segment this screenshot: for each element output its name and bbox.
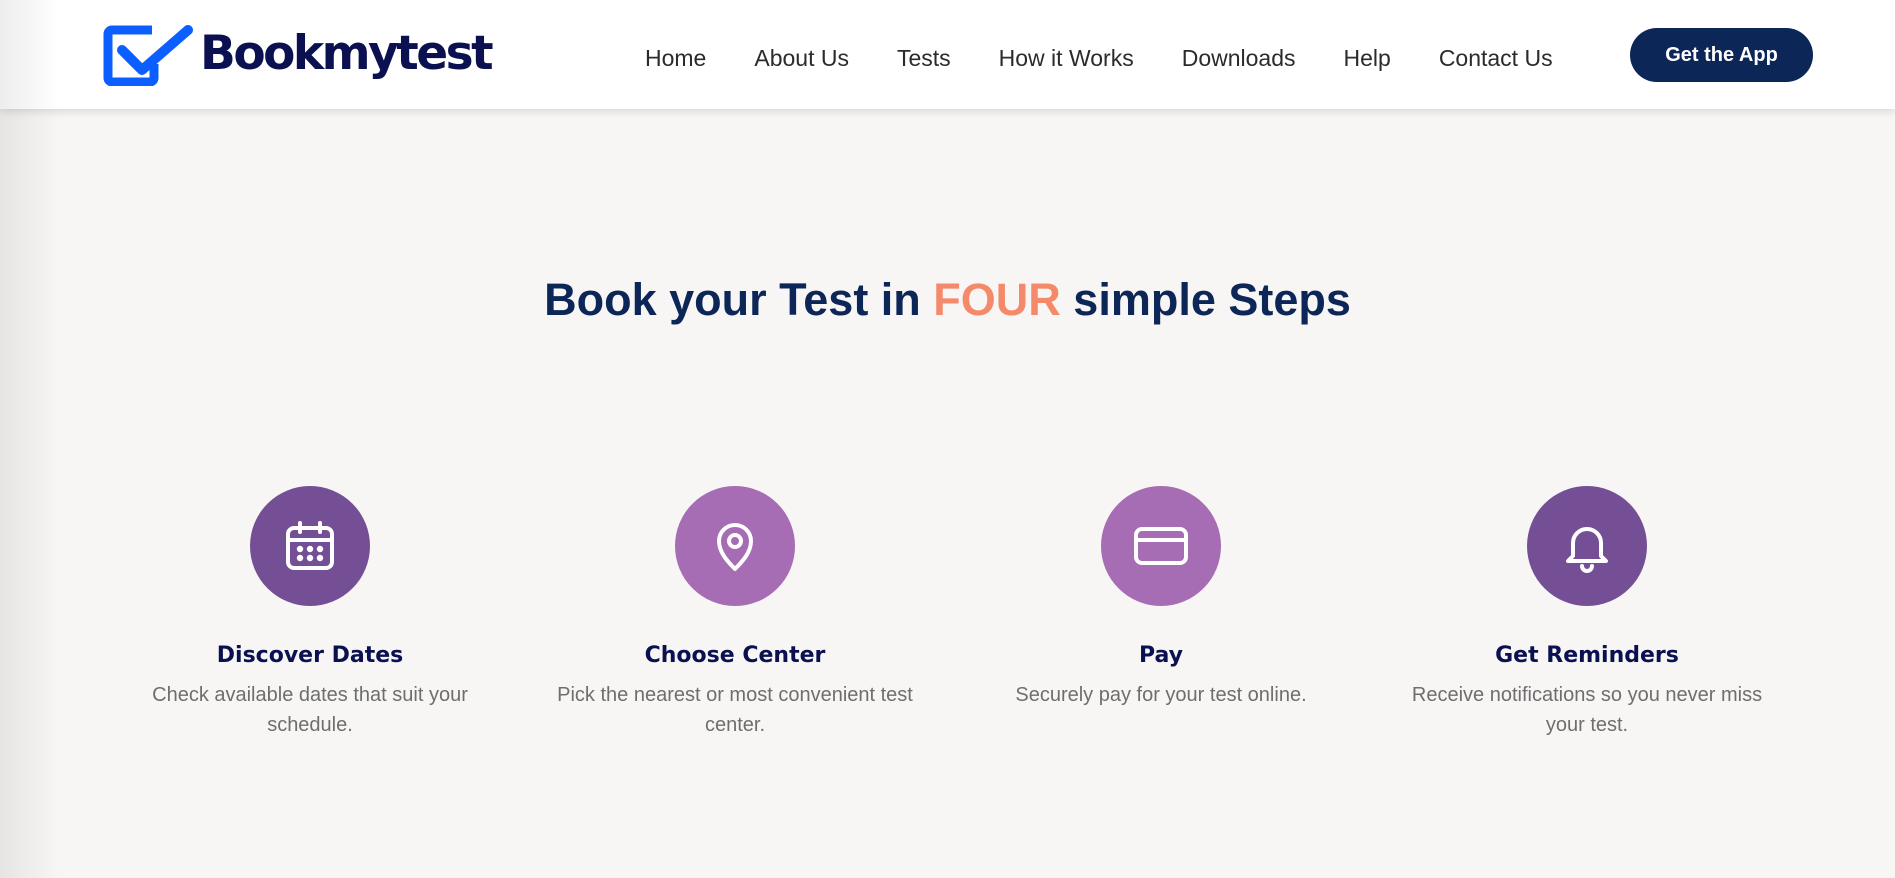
calendar-icon (286, 521, 334, 570)
step-title: Discover Dates (216, 643, 404, 668)
step-title: Choose Center (644, 643, 826, 668)
bell-icon (1566, 527, 1608, 573)
step-discover-dates: Discover Dates Check available dates tha… (110, 486, 510, 740)
title-suffix: simple Steps (1060, 274, 1351, 325)
checkbox-logo-icon (103, 25, 193, 86)
step-icon-circle (1101, 486, 1221, 606)
step-choose-center: Choose Center Pick the nearest or most c… (535, 486, 935, 740)
step-title: Pay (1138, 643, 1184, 668)
map-pin-icon (717, 523, 753, 571)
get-the-app-button[interactable]: Get the App (1630, 28, 1813, 82)
title-prefix: Book your Test in (544, 274, 934, 325)
step-description: Check available dates that suit your sch… (152, 684, 468, 736)
step-description: Securely pay for your test online. (1015, 684, 1307, 706)
main-nav: Home About Us Tests How it Works Downloa… (645, 45, 1553, 72)
step-pay: Pay Securely pay for your test online. (961, 486, 1361, 710)
step-get-reminders: Get Reminders Receive notifications so y… (1387, 486, 1787, 740)
nav-contact-us[interactable]: Contact Us (1439, 45, 1553, 72)
step-icon-circle (250, 486, 370, 606)
step-icon-circle (675, 486, 795, 606)
logo-text: Bookmytest (200, 25, 494, 81)
nav-how-it-works[interactable]: How it Works (999, 45, 1134, 72)
page-edge-shadow (0, 0, 60, 878)
step-icon-circle (1527, 486, 1647, 606)
title-accent: FOUR (933, 274, 1061, 325)
step-description: Pick the nearest or most convenient test… (557, 684, 913, 736)
nav-downloads[interactable]: Downloads (1182, 45, 1296, 72)
nav-home[interactable]: Home (645, 45, 706, 72)
step-title: Get Reminders (1495, 643, 1679, 668)
site-header: Bookmytest Home About Us Tests How it Wo… (0, 0, 1895, 109)
nav-about-us[interactable]: About Us (754, 45, 849, 72)
nav-tests[interactable]: Tests (897, 45, 951, 72)
nav-help[interactable]: Help (1344, 45, 1391, 72)
page-title: Book your Test in FOUR simple Steps (0, 274, 1895, 326)
step-description: Receive notifications so you never miss … (1411, 684, 1763, 736)
logo-link[interactable]: Bookmytest (102, 24, 494, 86)
credit-card-icon (1134, 527, 1188, 565)
